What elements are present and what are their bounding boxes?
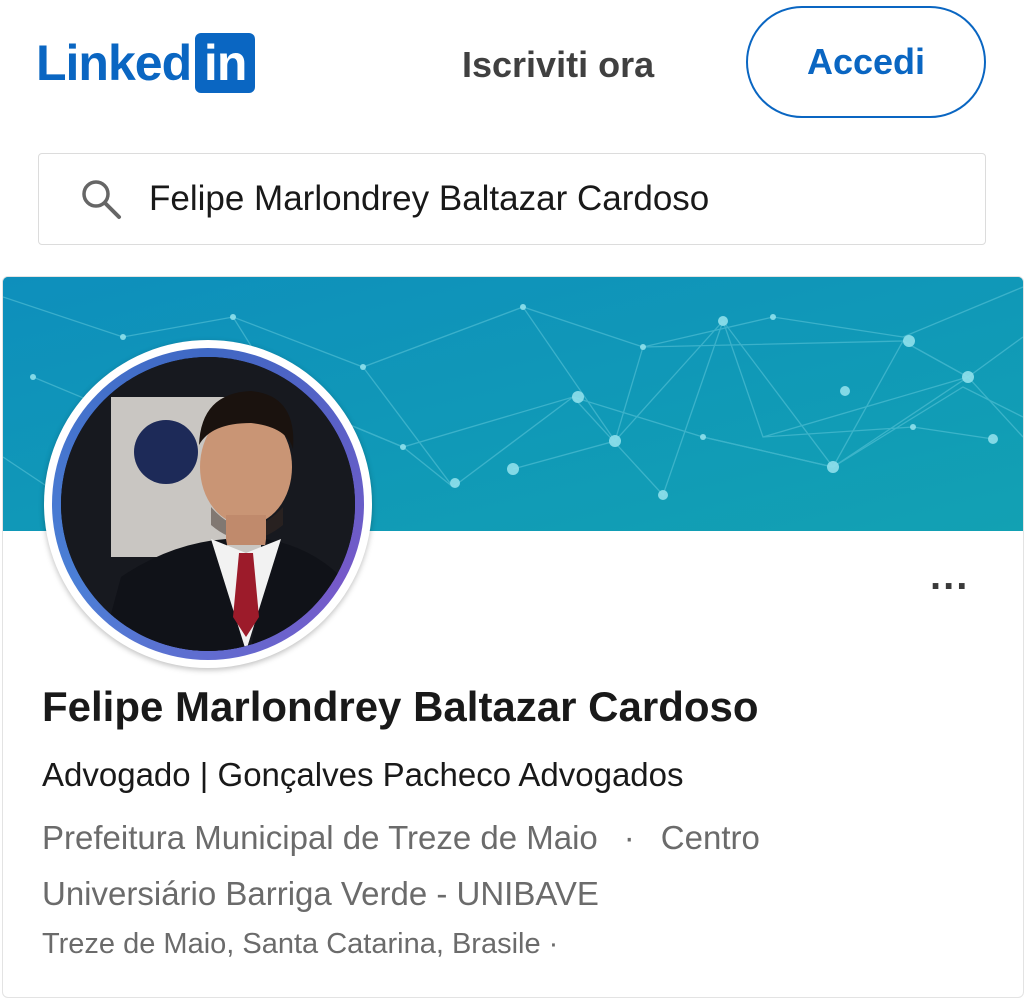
avatar [61, 357, 355, 651]
logo-wordmark: Linked [36, 35, 192, 91]
profile-name: Felipe Marlondrey Baltazar Cardoso [42, 683, 759, 730]
join-now-link[interactable]: Iscriviti ora [462, 44, 654, 86]
more-options-icon[interactable]: ... [930, 556, 969, 596]
search-input[interactable]: Felipe Marlondrey Baltazar Cardoso [149, 179, 709, 219]
location-separator: · [548, 928, 559, 960]
profile-photo[interactable] [44, 340, 372, 668]
photo-ring [52, 348, 364, 660]
profile-headline: Advogado | Gonçalves Pacheco Advogados [42, 756, 684, 793]
org-separator: · [623, 819, 635, 856]
location-text: Treze de Maio, Santa Catarina, Brasile [42, 928, 541, 960]
linkedin-logo[interactable]: Linked in [36, 32, 256, 94]
org-current[interactable]: Prefeitura Municipal de Treze de Maio [42, 819, 598, 856]
profile-organizations: Prefeitura Municipal de Treze de Maio · Ce… [42, 810, 922, 922]
sign-in-button[interactable]: Accedi [746, 6, 986, 118]
logo-badge: in [195, 33, 256, 93]
search-bar[interactable]: Felipe Marlondrey Baltazar Cardoso [38, 153, 986, 245]
search-icon [79, 177, 123, 221]
sign-in-label: Accedi [806, 41, 926, 82]
profile-location: Treze de Maio, Santa Catarina, Brasile · [42, 928, 558, 961]
